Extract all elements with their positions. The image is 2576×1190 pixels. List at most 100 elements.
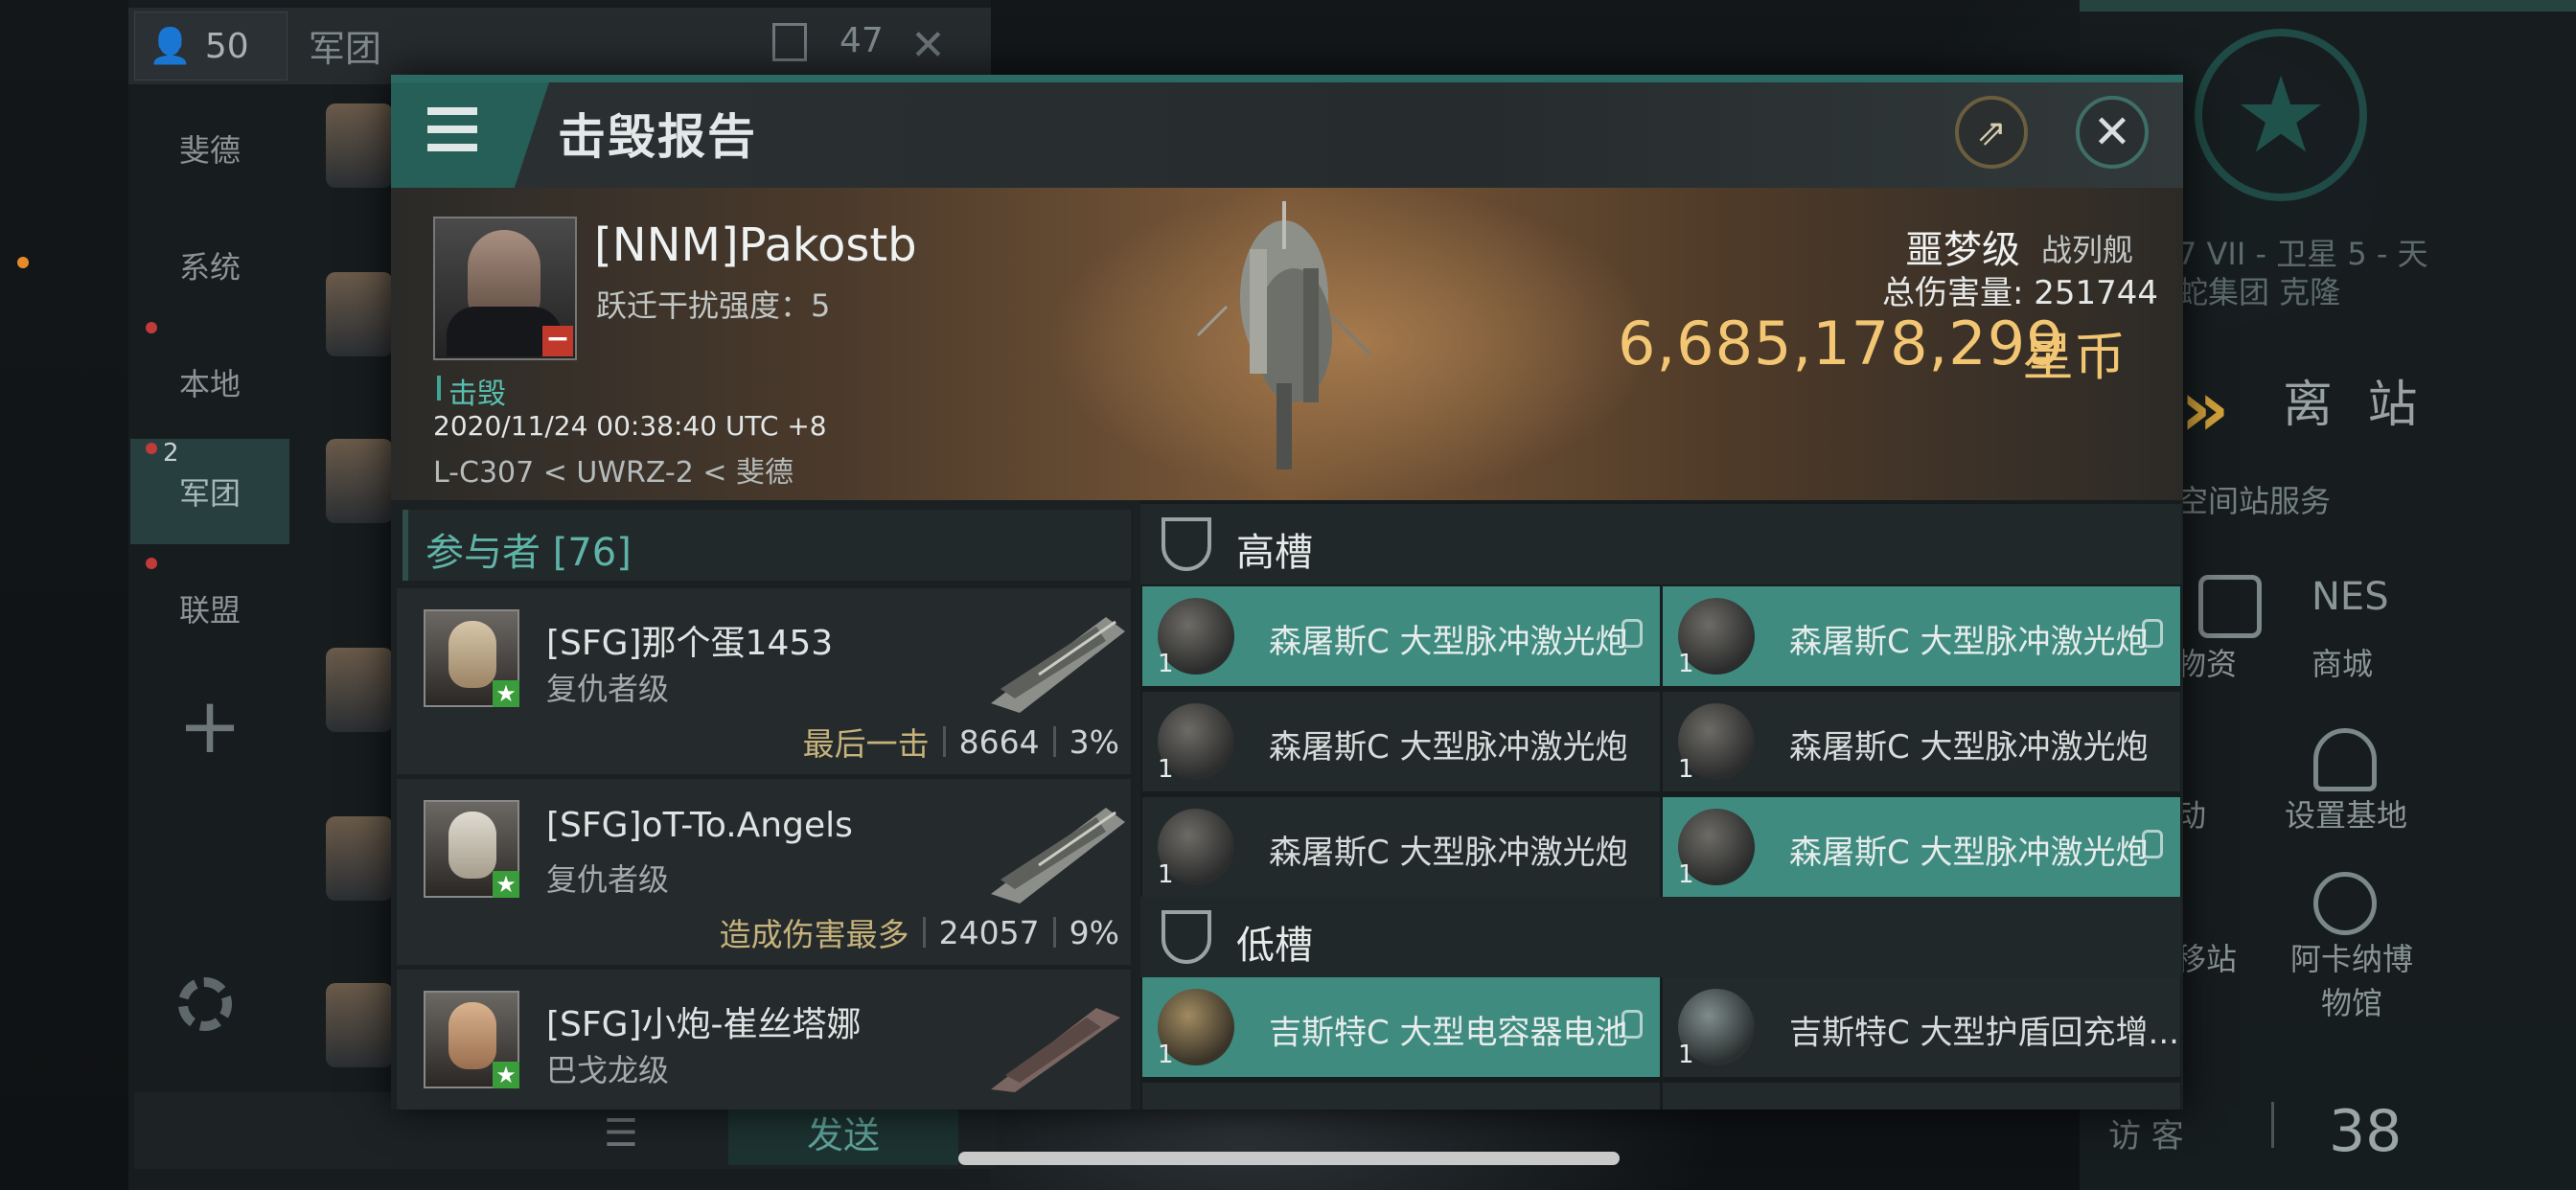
visitor-count: 38: [2329, 1098, 2403, 1165]
settings-gear-icon[interactable]: [178, 977, 232, 1031]
station-services-label: 空间站服务: [2177, 483, 2332, 519]
module-name: 森屠斯C 大型脉冲激光炮: [1269, 728, 1628, 767]
chat-avatar[interactable]: [326, 439, 393, 523]
set-home-icon[interactable]: [2313, 728, 2377, 791]
dropped-icon: [2142, 830, 2163, 858]
module-name: 森屠斯C 大型脉冲激光炮: [1789, 623, 2149, 661]
ship-class: 战列舰: [2041, 232, 2134, 268]
user-icon: 👤: [149, 27, 192, 66]
service-move-station[interactable]: 移站: [2175, 935, 2237, 979]
module-slot[interactable]: 1 森屠斯C 大型脉冲激光炮: [1142, 586, 1660, 686]
channel-tab-alliance[interactable]: 联盟: [130, 556, 289, 661]
participant-face: [448, 621, 496, 688]
warp-disruption: 跃迁干扰强度：5: [596, 287, 831, 324]
undock-button[interactable]: 离 站: [2283, 364, 2427, 436]
service-museum[interactable]: 阿卡纳博物馆: [2285, 935, 2419, 1023]
dropped-icon: [2142, 619, 2163, 648]
add-channel-icon[interactable]: +: [130, 673, 289, 778]
share-button[interactable]: ⇗: [1955, 96, 2028, 169]
service-supplies[interactable]: 物资: [2175, 640, 2237, 684]
channel-tab-fade[interactable]: 斐德: [130, 96, 289, 201]
unread-dot: [146, 443, 157, 454]
module-slot[interactable]: 1 吉斯特C 大型护盾回充增...: [1663, 977, 2180, 1077]
home-indicator[interactable]: [958, 1152, 1620, 1165]
unread-dot: [146, 558, 157, 569]
module-slot[interactable]: 1 森屠斯C 大型脉冲激光炮: [1663, 586, 2180, 686]
participant-ship-image: [991, 617, 1125, 713]
divider: [2271, 1102, 2274, 1148]
chat-avatar[interactable]: [326, 272, 393, 356]
chat-avatar[interactable]: [326, 983, 393, 1067]
victim-name[interactable]: [NNM]Pakostb: [594, 218, 917, 272]
victim-ship-image: [1196, 201, 1372, 469]
participant-stats: 造成伤害最多 24057 9%: [720, 909, 1119, 955]
module-quantity: 1: [1678, 650, 1694, 678]
status-label: 击毁: [448, 378, 506, 411]
participant-row[interactable]: ★ [SFG]小炮-崔丝塔娜 巴戈龙级: [397, 970, 1131, 1110]
service-store[interactable]: 商城: [2312, 640, 2373, 684]
module-slot[interactable]: 1 森屠斯C 大型脉冲激光炮: [1663, 692, 2180, 791]
currency-label: 星币: [2022, 327, 2126, 387]
window-icon[interactable]: [772, 23, 807, 61]
module-quantity: 1: [1678, 1041, 1694, 1069]
museum-icon[interactable]: [2313, 872, 2377, 935]
participant-name: [SFG]那个蛋1453: [546, 624, 834, 663]
module-name: 森屠斯C 大型脉冲激光炮: [1789, 834, 2149, 872]
participant-portrait: ★: [424, 800, 519, 898]
module-slot[interactable]: 1 吉斯特C 大型电容器电池: [1142, 977, 1660, 1077]
undock-arrow-icon[interactable]: »: [2180, 364, 2230, 453]
notification-count: 47: [840, 21, 884, 60]
channel-tab-local[interactable]: 本地: [130, 330, 289, 435]
chat-avatar[interactable]: [326, 816, 393, 901]
module-name: 森屠斯C 大型脉冲激光炮: [1269, 834, 1628, 872]
status-marker: [437, 376, 441, 400]
chat-avatar[interactable]: [326, 103, 393, 188]
module-quantity: 1: [1158, 860, 1174, 889]
supplies-icon[interactable]: [2198, 575, 2262, 638]
station-location-line2: 蛇集团 克隆: [2177, 274, 2341, 310]
channel-tab-corp[interactable]: 军团 2: [130, 439, 289, 544]
chat-avatar[interactable]: [326, 648, 393, 732]
nes-store-icon[interactable]: NES: [2312, 575, 2389, 619]
high-slot-icon: [1162, 517, 1211, 571]
participant-percent: 9%: [1069, 913, 1119, 951]
service-set-home[interactable]: 设置基地: [2285, 791, 2407, 835]
module-slot[interactable]: [1663, 1083, 2180, 1110]
participant-row[interactable]: ★ [SFG]那个蛋1453 复仇者级 最后一击 8664 3%: [397, 588, 1131, 774]
module-name: 吉斯特C 大型电容器电池: [1269, 1014, 1628, 1052]
participant-face: [448, 1002, 496, 1069]
module-slot[interactable]: 1 森屠斯C 大型脉冲激光炮: [1142, 797, 1660, 897]
kill-datetime: 2020/11/24 00:38:40 UTC +8: [433, 410, 827, 442]
chat-tab-title: 军团: [309, 28, 382, 70]
high-slot-label: 高槽: [1236, 531, 1313, 575]
chat-close-icon[interactable]: ✕: [910, 21, 946, 70]
hamburger-menu-icon[interactable]: [427, 107, 477, 151]
participants-title: 参与者 [76]: [426, 531, 632, 575]
participant-percent: 3%: [1069, 722, 1119, 761]
unread-dot: [146, 322, 157, 333]
online-count-box[interactable]: 👤 50: [134, 11, 288, 80]
low-slot-label: 低槽: [1236, 924, 1313, 968]
participant-stats: 最后一击 8664 3%: [803, 719, 1119, 765]
chat-menu-icon[interactable]: ☰: [604, 1111, 638, 1156]
participant-ship-image: [991, 1008, 1120, 1092]
participant-name: [SFG]小炮-崔丝塔娜: [546, 1005, 862, 1044]
participant-row[interactable]: ★ [SFG]oT-To.Angels 复仇者级 造成伤害最多 24057 9%: [397, 779, 1131, 965]
participant-face: [448, 812, 496, 879]
share-icon: ⇗: [1976, 111, 2007, 153]
dropped-icon: [1622, 1010, 1643, 1039]
channel-tab-system[interactable]: 系统: [130, 213, 289, 318]
notification-dot: [17, 257, 29, 268]
module-slot[interactable]: 1 森屠斯C 大型脉冲激光炮: [1142, 692, 1660, 791]
participant-damage: 8664: [958, 722, 1040, 761]
module-quantity: 1: [1678, 755, 1694, 784]
module-name: 森屠斯C 大型脉冲激光炮: [1269, 623, 1628, 661]
divider: [922, 917, 926, 948]
hostile-standing-icon: −: [542, 325, 573, 356]
module-slot[interactable]: 1 森屠斯C 大型脉冲激光炮: [1663, 797, 2180, 897]
faction-emblem-icon: ★: [2195, 29, 2367, 201]
close-button[interactable]: ✕: [2076, 96, 2149, 169]
module-quantity: 1: [1158, 1041, 1174, 1069]
participant-ship: 复仇者级: [546, 671, 670, 707]
module-slot[interactable]: [1142, 1083, 1660, 1110]
